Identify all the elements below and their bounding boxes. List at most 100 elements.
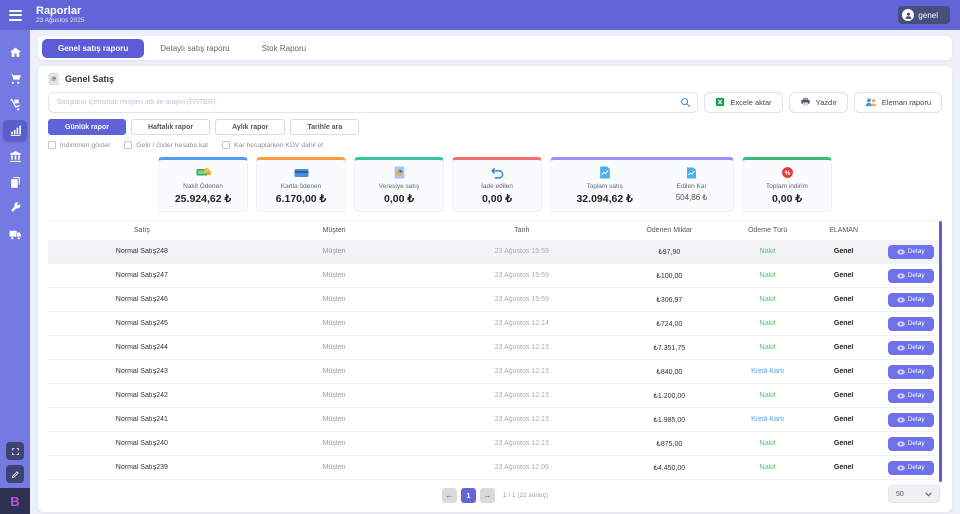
current-page-button[interactable]: 1 [461,488,476,503]
table-row[interactable]: Normal Satış245 Müşteri 23 Ağustos 12:14… [48,312,942,336]
sidebar-item-stock-in[interactable] [3,94,27,115]
detail-button[interactable]: Detay [888,461,934,475]
payment-type: Nakit [727,248,807,255]
detail-button[interactable]: Detay [888,413,934,427]
sidebar-item-sales[interactable] [3,68,27,89]
cart-icon [9,72,22,85]
sale-name: Normal Satış242 [48,392,236,399]
tab-genel-satis-raporu[interactable]: Genel satış raporu [42,39,144,58]
tab-stok-raporu[interactable]: Stok Raporu [246,39,322,58]
sidebar-item-settings[interactable] [3,198,27,219]
prev-page-button[interactable]: ← [442,488,457,503]
handtruck-icon [9,98,22,111]
user-icon [902,9,914,21]
page-size-select[interactable]: 50 [888,485,940,503]
summary-cards: Nakit Ödenen 25.924,62 ₺ Kartla ödenen 6… [48,157,942,212]
table-row[interactable]: Normal Satış243 Müşteri 23 Ağustos 12:13… [48,360,942,384]
eye-icon [897,441,905,447]
table-row[interactable]: Normal Satış246 Müşteri 23 Ağustos 15:59… [48,288,942,312]
table-header: Satış Müşteri Tarih Ödenen Miktar Ödeme … [48,221,942,240]
checkbox-show-discounts[interactable]: İndirimleri göster [48,141,110,149]
sale-name: Normal Satış241 [48,416,236,423]
print-button[interactable]: Yazdır [789,92,848,113]
paid-amount: ₺875,00 [611,440,727,448]
sale-date: 23 Ağustos 15:59 [432,248,611,255]
customer-name: Müşteri [236,464,433,471]
detail-button[interactable]: Detay [888,437,934,451]
table-row[interactable]: Normal Satış239 Müşteri 23 Ağustos 12:09… [48,456,942,480]
payment-type: Nakit [727,272,807,279]
table-row[interactable]: Normal Satış247 Müşteri 23 Ağustos 15:59… [48,264,942,288]
sale-name: Normal Satış240 [48,440,236,447]
column-header-customer: Müşteri [236,227,433,234]
search-input[interactable] [48,92,698,113]
table-row[interactable]: Normal Satış240 Müşteri 23 Ağustos 12:13… [48,432,942,456]
detail-button[interactable]: Detay [888,245,934,259]
next-page-button[interactable]: → [480,488,495,503]
table-scrollbar[interactable] [939,221,942,482]
checkbox-include-vat[interactable]: Kar hesaplarken KDV dahil et [222,141,323,149]
detail-button[interactable]: Detay [888,341,934,355]
sidebar-item-documents[interactable] [3,172,27,193]
app-logo[interactable]: B [0,488,30,514]
chart-file-icon [599,165,611,180]
tab-detayli-satis-raporu[interactable]: Detaylı satış raporu [144,39,245,58]
search-icon[interactable] [680,95,691,113]
table-row[interactable]: Normal Satış244 Müşteri 23 Ağustos 12:13… [48,336,942,360]
filter-monthly-button[interactable]: Aylık rapor [215,119,285,135]
document-icon [48,73,59,85]
detail-label: Detay [908,464,925,471]
sale-date: 23 Ağustos 15:59 [432,296,611,303]
detail-button[interactable]: Detay [888,389,934,403]
chart-file-icon [686,165,697,180]
user-menu[interactable]: genel [898,6,950,24]
report-icon [394,165,405,180]
table-row[interactable]: Normal Satış248 Müşteri 23 Ağustos 15:59… [48,240,942,264]
sale-name: Normal Satış243 [48,368,236,375]
payment-type: Nakit [727,464,807,471]
fullscreen-button[interactable] [6,442,24,460]
detail-button[interactable]: Detay [888,269,934,283]
detail-label: Detay [908,416,925,423]
checkbox-icon[interactable] [222,141,230,149]
export-excel-button[interactable]: Excele aktar [704,92,782,113]
detail-label: Detay [908,248,925,255]
payment-type: Nakit [727,440,807,447]
card-credit-sales: Veresiye satış 0,00 ₺ [354,157,444,212]
filter-weekly-button[interactable]: Haftalık rapor [131,119,210,135]
checkbox-icon[interactable] [124,141,132,149]
sidebar-item-delivery[interactable] [3,224,27,245]
sale-date: 23 Ağustos 12:13 [432,416,611,423]
sidebar-item-company[interactable] [3,146,27,167]
staff-report-button[interactable]: Eleman raporu [854,92,942,113]
page-title: Raporlar [36,5,84,17]
filter-date-search-button[interactable]: Tarihle ara [290,119,359,135]
sidebar-item-home[interactable] [3,42,27,63]
column-header-amount: Ödenen Miktar [611,227,727,234]
staff-name: Genel [808,296,880,303]
sales-table: Satış Müşteri Tarih Ödenen Miktar Ödeme … [48,220,942,482]
detail-label: Detay [908,392,925,399]
eye-icon [897,345,905,351]
detail-button[interactable]: Detay [888,317,934,331]
card-cash-paid: Nakit Ödenen 25.924,62 ₺ [158,157,248,212]
sidebar-item-reports[interactable] [3,120,27,141]
detail-button[interactable]: Detay [888,293,934,307]
checkbox-include-income-expense[interactable]: Gelir / Gider hesaba kat [124,141,208,149]
paid-amount: ₺100,00 [611,272,727,280]
table-body: Normal Satış248 Müşteri 23 Ağustos 15:59… [48,240,942,482]
table-row[interactable]: Normal Satış241 Müşteri 23 Ağustos 12:13… [48,408,942,432]
detail-button[interactable]: Detay [888,365,934,379]
detail-label: Detay [908,440,925,447]
edit-button[interactable] [6,465,24,483]
filter-daily-button[interactable]: Günlük rapor [48,119,126,135]
detail-label: Detay [908,368,925,375]
chart-icon [9,124,22,137]
undo-icon [491,165,504,180]
table-row[interactable]: Normal Satış242 Müşteri 23 Ağustos 12:13… [48,384,942,408]
menu-icon[interactable] [0,0,30,30]
payment-type: Nakit [727,296,807,303]
checkbox-icon[interactable] [48,141,56,149]
excel-icon [715,97,725,107]
sale-date: 23 Ağustos 12:13 [432,392,611,399]
